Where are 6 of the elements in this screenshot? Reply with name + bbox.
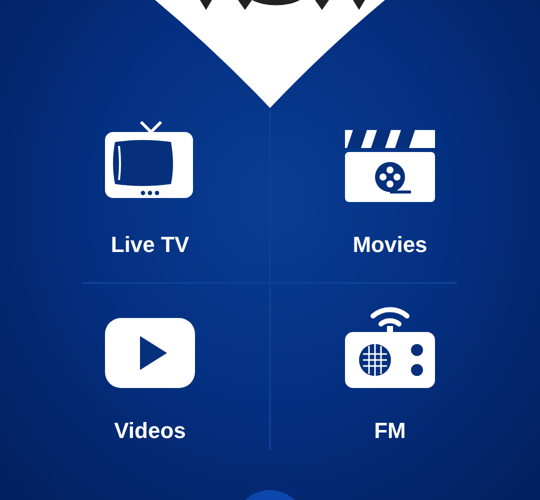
film-clapper-icon (345, 130, 435, 202)
menu-label[interactable]: FM (374, 418, 406, 444)
menu-label[interactable]: Movies (352, 232, 428, 258)
menu-label[interactable]: Videos (114, 418, 186, 444)
play-icon (105, 318, 195, 388)
menu-label[interactable]: Live TV (110, 232, 190, 258)
